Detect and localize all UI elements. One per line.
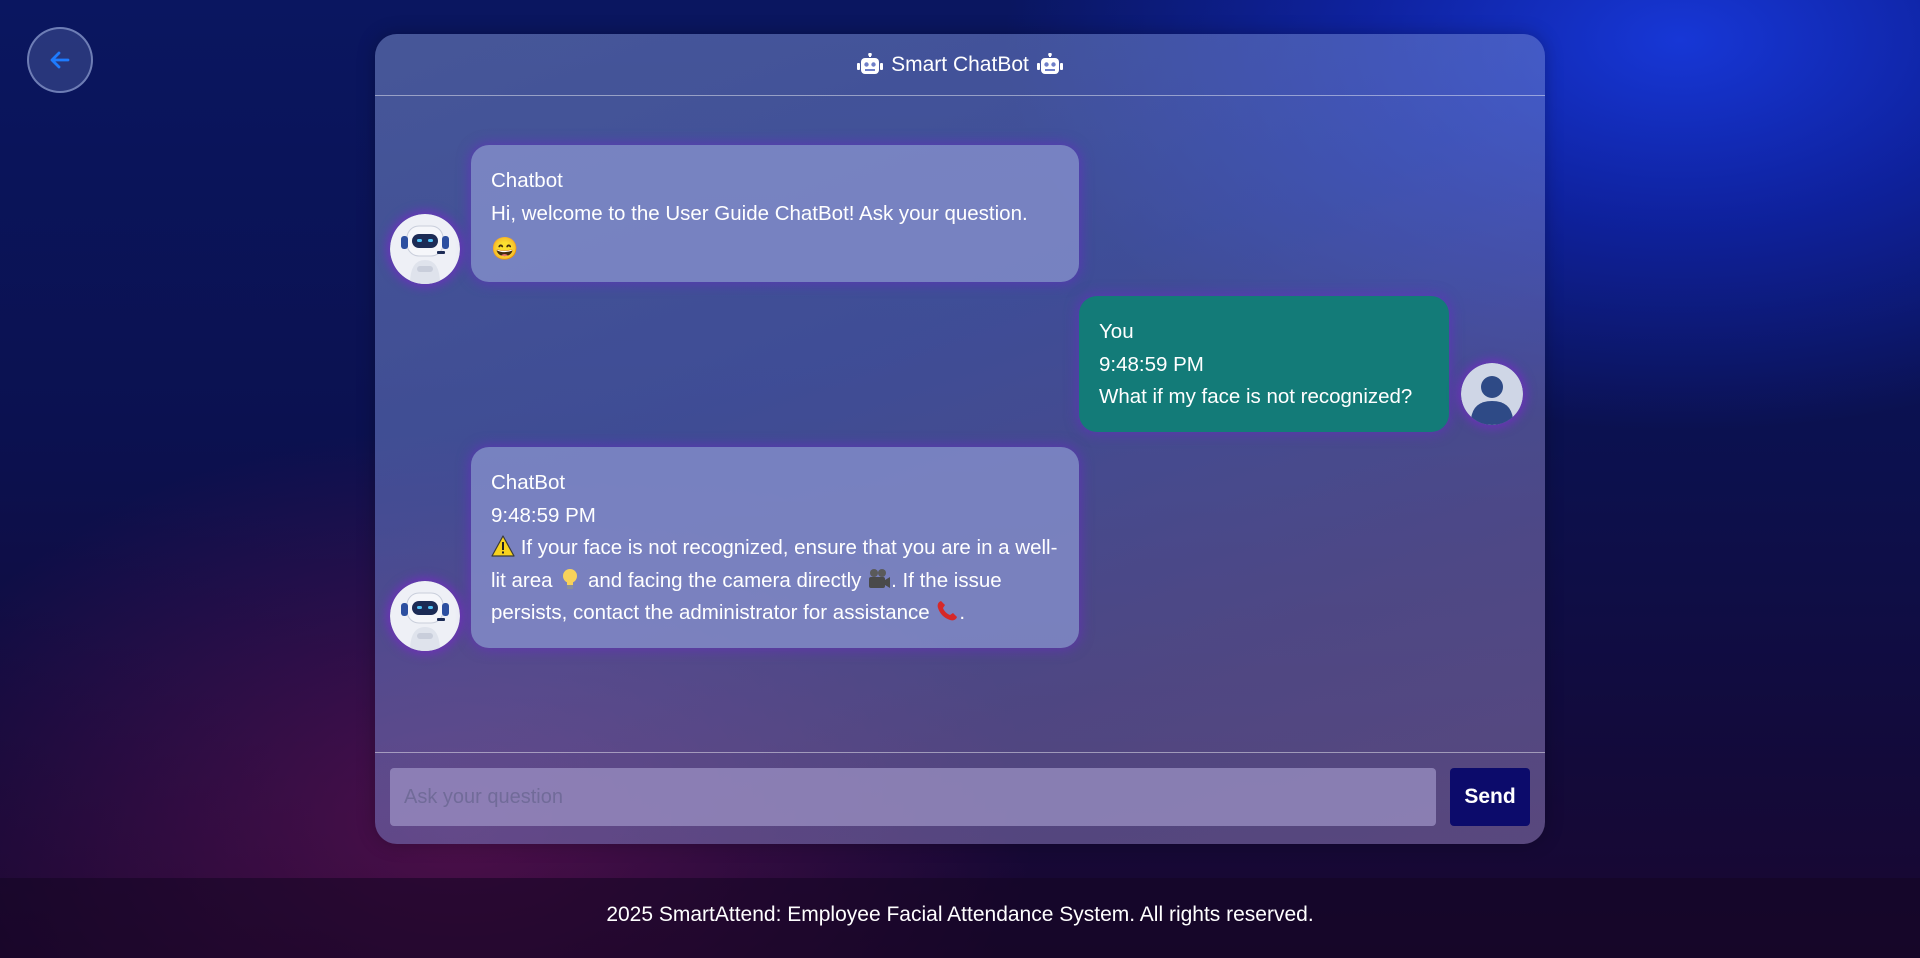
message-text: Hi, welcome to the User Guide ChatBot! A… xyxy=(491,201,1028,262)
message-sender: ChatBot xyxy=(491,471,566,494)
robot-icon xyxy=(1036,52,1063,74)
message-sender: Chatbot xyxy=(491,169,563,192)
telephone-icon xyxy=(938,601,958,621)
footer-text: 2025 SmartAttend: Employee Facial Attend… xyxy=(606,903,1314,926)
user-avatar xyxy=(1461,363,1523,425)
message-text: If your face is not recognized, ensure t… xyxy=(491,535,1058,624)
message-text: What if my face is not recognized? xyxy=(1099,385,1413,408)
bot-message-bubble: Chatbot Hi, welcome to the User Guide Ch… xyxy=(471,145,1079,282)
message-list: Chatbot Hi, welcome to the User Guide Ch… xyxy=(375,97,1545,787)
chat-header: Smart ChatBot xyxy=(375,34,1545,96)
grinning-face-icon: 😄 xyxy=(491,236,519,261)
question-input[interactable] xyxy=(390,768,1436,826)
arrow-left-icon xyxy=(50,51,70,69)
robot-avatar xyxy=(390,581,460,651)
bot-message-bubble: ChatBot 9:48:59 PM If your face is not r… xyxy=(471,447,1079,648)
user-message-bubble: You 9:48:59 PM What if my face is not re… xyxy=(1079,296,1449,432)
movie-camera-icon xyxy=(869,568,891,588)
robot-icon xyxy=(857,52,884,74)
send-button[interactable]: Send xyxy=(1450,768,1530,826)
footer: 2025 SmartAttend: Employee Facial Attend… xyxy=(0,878,1920,958)
back-button[interactable] xyxy=(27,27,93,93)
message-sender: You xyxy=(1099,320,1134,343)
message-time: 9:48:59 PM xyxy=(1099,352,1204,376)
light-bulb-icon xyxy=(563,568,578,589)
robot-avatar xyxy=(390,214,460,284)
chat-window: Smart ChatBot Chatbot Hi, welcome to the… xyxy=(375,34,1545,844)
chat-title: Smart ChatBot xyxy=(891,52,1029,76)
message-time: 9:48:59 PM xyxy=(491,503,596,527)
input-bar: Send xyxy=(375,752,1545,844)
warning-icon xyxy=(491,535,515,557)
